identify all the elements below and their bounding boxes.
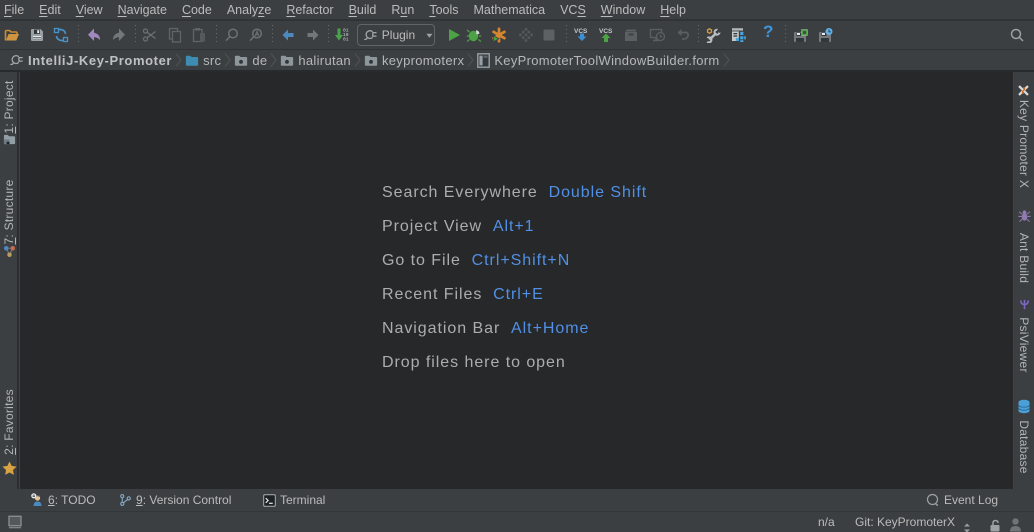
svg-text:01: 01 [343, 37, 349, 43]
